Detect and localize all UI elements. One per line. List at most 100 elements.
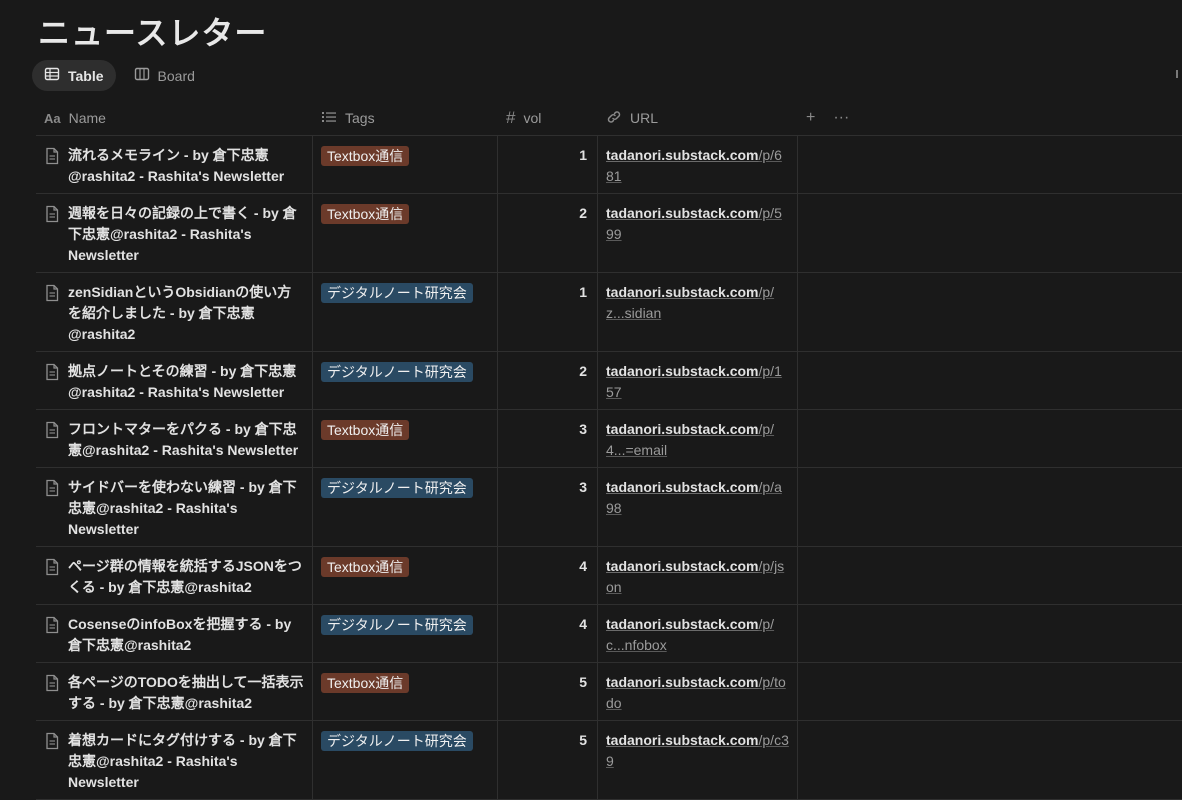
table-row[interactable]: サイドバーを使わない練習 - by 倉下忠憲@rashita2 - Rashit… — [36, 468, 1182, 547]
empty-cell — [797, 663, 1182, 720]
table-row[interactable]: 着想カードにタグ付けする - by 倉下忠憲@rashita2 - Rashit… — [36, 721, 1182, 800]
vol-cell[interactable]: 2 — [497, 194, 597, 272]
url-cell[interactable]: tadanori.substack.com/p/4...=email — [597, 410, 797, 467]
column-label: vol — [523, 110, 542, 126]
tags-cell[interactable]: Textbox通信 — [312, 194, 497, 272]
page-name[interactable]: ページ群の情報を統括するJSONをつくる - by 倉下忠憲@rashita2 — [68, 556, 304, 604]
tags-cell[interactable]: デジタルノート研究会 — [312, 273, 497, 351]
vol-cell[interactable]: 3 — [497, 468, 597, 546]
tags-cell[interactable]: デジタルノート研究会 — [312, 352, 497, 409]
vol-cell[interactable]: 1 — [497, 136, 597, 193]
tag-badge: Textbox通信 — [321, 204, 410, 224]
page-name[interactable]: フロントマターをパクる - by 倉下忠憲@rashita2 - Rashita… — [68, 419, 304, 467]
url-link[interactable]: tadanori.substack.com — [606, 674, 759, 690]
empty-cell — [797, 136, 1182, 193]
table-row[interactable]: 週報を日々の記録の上で書く - by 倉下忠憲@rashita2 - Rashi… — [36, 194, 1182, 273]
column-header-url[interactable]: URL — [597, 101, 797, 135]
url-link[interactable]: tadanori.substack.com — [606, 558, 759, 574]
table-icon — [44, 66, 60, 85]
url-link[interactable]: tadanori.substack.com — [606, 421, 759, 437]
name-cell[interactable]: zenSidianというObsidianの使い方を紹介しました - by 倉下忠… — [36, 273, 312, 351]
vol-cell[interactable]: 5 — [497, 721, 597, 799]
add-column-button[interactable]: + — [806, 109, 815, 127]
url-link[interactable]: tadanori.substack.com — [606, 363, 759, 379]
page-name[interactable]: 週報を日々の記録の上で書く - by 倉下忠憲@rashita2 - Rashi… — [68, 203, 304, 272]
table-row[interactable]: 各ページのTODOを抽出して一括表示する - by 倉下忠憲@rashita2 T… — [36, 663, 1182, 721]
url-link[interactable]: tadanori.substack.com — [606, 205, 759, 221]
view-tabs: Table Board — [32, 60, 207, 91]
tags-cell[interactable]: デジタルノート研究会 — [312, 468, 497, 546]
page-icon — [44, 203, 60, 272]
page-name[interactable]: zenSidianというObsidianの使い方を紹介しました - by 倉下忠… — [68, 282, 304, 351]
tags-cell[interactable]: Textbox通信 — [312, 663, 497, 720]
tags-cell[interactable]: デジタルノート研究会 — [312, 721, 497, 799]
name-cell[interactable]: CosenseのinfoBoxを把握する - by 倉下忠憲@rashita2 — [36, 605, 312, 662]
page-icon — [44, 145, 60, 193]
name-cell[interactable]: 流れるメモライン - by 倉下忠憲@rashita2 - Rashita's … — [36, 136, 312, 193]
column-label: Name — [68, 110, 106, 126]
url-cell[interactable]: tadanori.substack.com/p/c...nfobox — [597, 605, 797, 662]
page-name[interactable]: 流れるメモライン - by 倉下忠憲@rashita2 - Rashita's … — [68, 145, 304, 193]
empty-cell — [797, 721, 1182, 799]
url-cell[interactable]: tadanori.substack.com/p/157 — [597, 352, 797, 409]
url-cell[interactable]: tadanori.substack.com/p/a98 — [597, 468, 797, 546]
empty-cell — [797, 273, 1182, 351]
table-row[interactable]: CosenseのinfoBoxを把握する - by 倉下忠憲@rashita2 デ… — [36, 605, 1182, 663]
tab-label: Table — [68, 67, 104, 84]
tag-badge: デジタルノート研究会 — [321, 362, 473, 382]
vol-cell[interactable]: 2 — [497, 352, 597, 409]
column-header-tags[interactable]: Tags — [312, 101, 497, 135]
name-cell[interactable]: 拠点ノートとその練習 - by 倉下忠憲@rashita2 - Rashita'… — [36, 352, 312, 409]
tags-cell[interactable]: Textbox通信 — [312, 410, 497, 467]
page-name[interactable]: 着想カードにタグ付けする - by 倉下忠憲@rashita2 - Rashit… — [68, 730, 304, 799]
url-link[interactable]: tadanori.substack.com — [606, 284, 759, 300]
url-cell[interactable]: tadanori.substack.com/p/z...sidian — [597, 273, 797, 351]
name-cell[interactable]: ページ群の情報を統括するJSONをつくる - by 倉下忠憲@rashita2 — [36, 547, 312, 604]
vol-cell[interactable]: 1 — [497, 273, 597, 351]
column-header-vol[interactable]: # vol — [497, 101, 597, 135]
url-cell[interactable]: tadanori.substack.com/p/c39 — [597, 721, 797, 799]
url-link[interactable]: tadanori.substack.com — [606, 616, 759, 632]
tab-table-view[interactable]: Table — [32, 60, 116, 91]
tags-cell[interactable]: Textbox通信 — [312, 136, 497, 193]
table-row[interactable]: フロントマターをパクる - by 倉下忠憲@rashita2 - Rashita… — [36, 410, 1182, 468]
vol-cell[interactable]: 5 — [497, 663, 597, 720]
tags-cell[interactable]: デジタルノート研究会 — [312, 605, 497, 662]
url-link[interactable]: tadanori.substack.com — [606, 147, 759, 163]
header-actions: + ··· — [797, 101, 1182, 135]
url-link[interactable]: tadanori.substack.com — [606, 732, 759, 748]
page-icon — [44, 477, 60, 546]
more-options-button[interactable]: ··· — [833, 109, 849, 127]
tag-badge: Textbox通信 — [321, 673, 410, 693]
vol-cell[interactable]: 4 — [497, 605, 597, 662]
page-icon — [44, 361, 60, 409]
name-cell[interactable]: 週報を日々の記録の上で書く - by 倉下忠憲@rashita2 - Rashi… — [36, 194, 312, 272]
vol-cell[interactable]: 4 — [497, 547, 597, 604]
tab-board-view[interactable]: Board — [122, 60, 207, 91]
name-cell[interactable]: フロントマターをパクる - by 倉下忠憲@rashita2 - Rashita… — [36, 410, 312, 467]
tags-cell[interactable]: Textbox通信 — [312, 547, 497, 604]
column-header-name[interactable]: Aa Name — [36, 101, 312, 135]
url-link[interactable]: tadanori.substack.com — [606, 479, 759, 495]
name-cell[interactable]: サイドバーを使わない練習 - by 倉下忠憲@rashita2 - Rashit… — [36, 468, 312, 546]
url-cell[interactable]: tadanori.substack.com/p/681 — [597, 136, 797, 193]
url-cell[interactable]: tadanori.substack.com/p/todo — [597, 663, 797, 720]
page-title: ニュースレター — [38, 14, 268, 52]
page-name[interactable]: 各ページのTODOを抽出して一括表示する - by 倉下忠憲@rashita2 — [68, 672, 304, 720]
tag-badge: Textbox通信 — [321, 146, 410, 166]
table-row[interactable]: zenSidianというObsidianの使い方を紹介しました - by 倉下忠… — [36, 273, 1182, 352]
url-cell[interactable]: tadanori.substack.com/p/599 — [597, 194, 797, 272]
column-label: URL — [630, 110, 659, 126]
page-name[interactable]: CosenseのinfoBoxを把握する - by 倉下忠憲@rashita2 — [68, 614, 304, 662]
page-name[interactable]: サイドバーを使わない練習 - by 倉下忠憲@rashita2 - Rashit… — [68, 477, 304, 546]
table-row[interactable]: ページ群の情報を統括するJSONをつくる - by 倉下忠憲@rashita2 T… — [36, 547, 1182, 605]
name-cell[interactable]: 各ページのTODOを抽出して一括表示する - by 倉下忠憲@rashita2 — [36, 663, 312, 720]
table-row[interactable]: 拠点ノートとその練習 - by 倉下忠憲@rashita2 - Rashita'… — [36, 352, 1182, 410]
name-cell[interactable]: 着想カードにタグ付けする - by 倉下忠憲@rashita2 - Rashit… — [36, 721, 312, 799]
vol-cell[interactable]: 3 — [497, 410, 597, 467]
overflow-indicator — [1176, 70, 1182, 78]
page-name[interactable]: 拠点ノートとその練習 - by 倉下忠憲@rashita2 - Rashita'… — [68, 361, 304, 409]
table-row[interactable]: 流れるメモライン - by 倉下忠憲@rashita2 - Rashita's … — [36, 136, 1182, 194]
url-cell[interactable]: tadanori.substack.com/p/json — [597, 547, 797, 604]
empty-cell — [797, 410, 1182, 467]
